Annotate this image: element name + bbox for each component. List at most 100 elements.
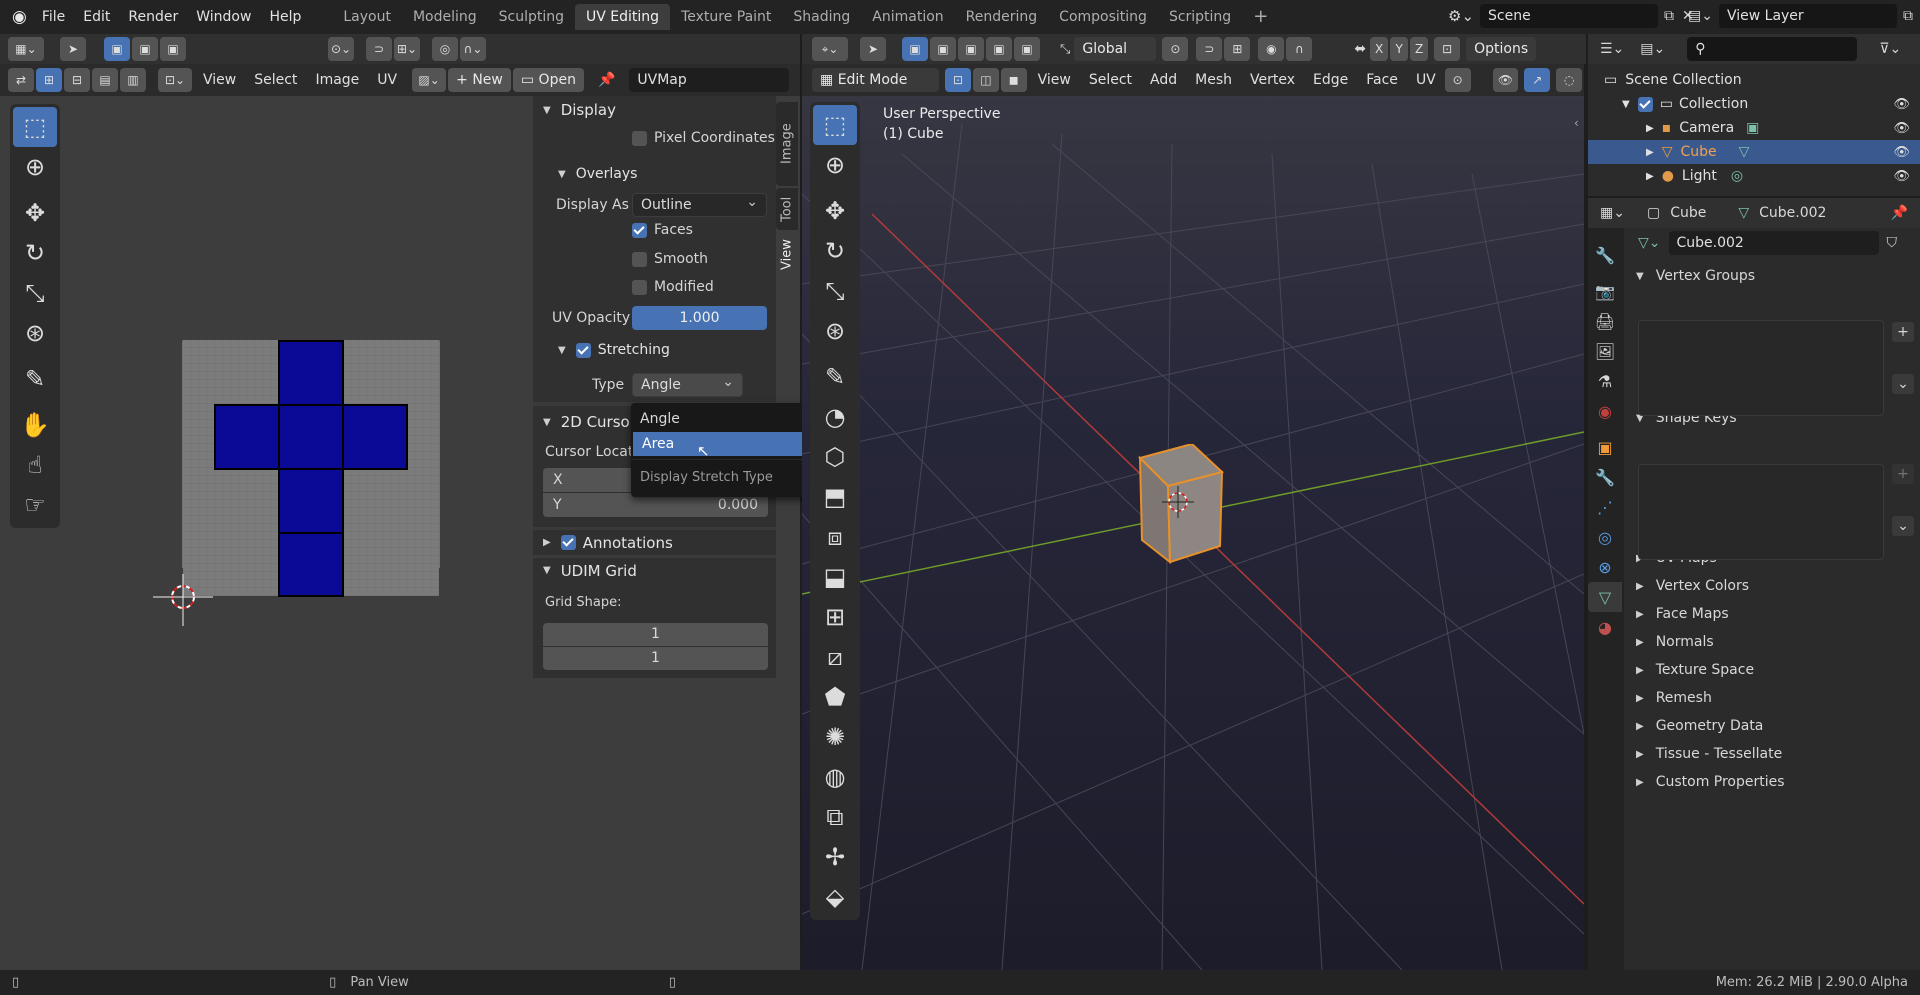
pixel-coordinates-checkbox[interactable]: [632, 130, 647, 146]
snap-mode-icon[interactable]: ⊞⌄: [394, 37, 420, 61]
viewport-select-intersect-icon[interactable]: ▣: [1014, 37, 1040, 61]
add-vertex-group-button[interactable]: +: [1892, 322, 1914, 342]
vp-annotate-tool-icon[interactable]: ✎: [813, 357, 857, 397]
properties-object-label[interactable]: Cube: [1670, 205, 1706, 221]
overlay-icon[interactable]: ◌: [1556, 68, 1583, 92]
tool-tab-icon[interactable]: 🔧: [1588, 240, 1622, 270]
new-scene-icon[interactable]: ⧉: [1664, 8, 1674, 24]
select-extend-icon[interactable]: ▣: [132, 37, 158, 61]
mirror-icon[interactable]: ⬌: [1354, 41, 1366, 57]
modifiers-tab-icon[interactable]: 🔧: [1588, 462, 1622, 492]
cube-row[interactable]: ▶ ▽ Cube ▽ 👁: [1588, 140, 1920, 164]
mode-select[interactable]: ▦ Edit Mode: [812, 68, 940, 92]
smooth-checkbox[interactable]: [632, 251, 647, 267]
shape-key-specials-icon[interactable]: ⌄: [1892, 516, 1914, 536]
expand-icon[interactable]: ▼: [1622, 99, 1630, 110]
scene-icon[interactable]: ⚙⌄: [1448, 7, 1474, 25]
stretching-checkbox[interactable]: [575, 342, 591, 358]
select-tool-icon[interactable]: ➤: [60, 37, 86, 61]
uvmap-field[interactable]: UVMap: [629, 68, 790, 92]
mesh-name-field[interactable]: Cube.002: [1668, 231, 1879, 255]
collection-row[interactable]: ▼ ▭ Collection 👁: [1588, 92, 1920, 116]
new-image-button[interactable]: + New: [448, 68, 511, 92]
viewport-select-tool-icon[interactable]: ➤: [860, 37, 886, 61]
uv-menu-select[interactable]: Select: [254, 72, 297, 88]
geometry-data-header[interactable]: ▶ Geometry Data: [1624, 712, 1920, 740]
camera-eye-icon[interactable]: 👁: [1893, 121, 1910, 136]
sidebar-tab-image[interactable]: Image: [776, 102, 798, 186]
sync-selection-icon[interactable]: ⇄: [8, 68, 34, 92]
menu-render[interactable]: Render: [128, 9, 178, 25]
display-mode-icon[interactable]: ▤⌄: [1640, 41, 1665, 57]
editor-type-icon[interactable]: ▦⌄: [8, 37, 44, 61]
relax-tool-icon[interactable]: ☝: [13, 445, 57, 485]
menu-window[interactable]: Window: [196, 9, 251, 25]
browse-image-icon[interactable]: ▨⌄: [412, 68, 447, 92]
cube-eye-icon[interactable]: 👁: [1893, 145, 1910, 160]
properties-mesh-label[interactable]: Cube.002: [1759, 205, 1826, 221]
vp-transform-tool-icon[interactable]: ⊛: [813, 311, 857, 351]
uv-opacity-slider[interactable]: 1.000: [632, 306, 767, 330]
pivot-icon[interactable]: ⊙⌄: [328, 37, 354, 61]
blender-logo-icon[interactable]: ◉: [12, 7, 27, 27]
render-tab-icon[interactable]: 📷: [1588, 276, 1622, 306]
view-layer-field[interactable]: View Layer: [1718, 4, 1897, 28]
udim-panel-header[interactable]: ▼ UDIM Grid: [533, 555, 776, 583]
viewport-pivot-icon[interactable]: ⊙: [1162, 37, 1189, 61]
vp-loop-cut-tool-icon[interactable]: ⊞: [813, 597, 857, 637]
custom-properties-header[interactable]: ▶ Custom Properties: [1624, 768, 1920, 796]
vp-bevel-tool-icon[interactable]: ⬓: [813, 557, 857, 597]
collection-checkbox[interactable]: [1637, 96, 1653, 112]
vertex-groups-list[interactable]: [1638, 320, 1884, 416]
menu-edit[interactable]: Edit: [83, 9, 110, 25]
options-button[interactable]: Options: [1466, 37, 1537, 61]
vp-poly-build-tool-icon[interactable]: ⬟: [813, 677, 857, 717]
uv-menu-view[interactable]: View: [203, 72, 236, 88]
vp-edge-slide-tool-icon[interactable]: ⧉: [813, 797, 857, 837]
remesh-header[interactable]: ▶ Remesh: [1624, 684, 1920, 712]
faces-row[interactable]: Faces: [533, 222, 776, 248]
tab-rendering[interactable]: Rendering: [955, 4, 1049, 30]
outliner-type-icon[interactable]: ☰⌄: [1600, 41, 1624, 57]
grid-shape-x-field[interactable]: 1: [543, 623, 768, 646]
dropdown-option-angle[interactable]: Angle: [631, 406, 831, 432]
vertex-mode-icon[interactable]: ⊡: [945, 68, 971, 92]
vp-add-cube-tool-icon[interactable]: ⬡: [813, 437, 857, 477]
camera-data-icon[interactable]: ▣: [1746, 120, 1759, 136]
visibility-icon[interactable]: 👁: [1492, 68, 1519, 92]
output-tab-icon[interactable]: 🖨: [1588, 306, 1622, 336]
proportional-icon[interactable]: ◎: [432, 37, 458, 61]
cursor-tool-icon[interactable]: ⊕: [13, 147, 57, 187]
vp-rotate-tool-icon[interactable]: ↻: [813, 231, 857, 271]
sidebar-tab-view[interactable]: View: [776, 232, 798, 278]
orientation-select[interactable]: Global: [1074, 37, 1157, 61]
normals-header[interactable]: ▶ Normals: [1624, 628, 1920, 656]
tab-uv-editing[interactable]: UV Editing: [575, 4, 671, 30]
3d-viewport[interactable]: ⌖⌄ ➤ ▣ ▣ ▣ ▣ ▣ ⤡ Global ⊙ ⊃ ⊞ ◉ ∩ ⬌ X Y …: [802, 34, 1584, 970]
vp-shrink-tool-icon[interactable]: ✢: [813, 837, 857, 877]
move-tool-icon[interactable]: ✥: [13, 193, 57, 233]
falloff-icon[interactable]: ∩⌄: [460, 37, 486, 61]
viewport-select-extend-icon[interactable]: ▣: [930, 37, 956, 61]
light-data-icon[interactable]: ◎: [1731, 168, 1743, 184]
object-tab-icon[interactable]: ▣: [1588, 432, 1622, 462]
vp-measure-tool-icon[interactable]: ◔: [813, 397, 857, 437]
sidebar-tab-tool[interactable]: Tool: [776, 188, 798, 230]
uv-canvas[interactable]: [183, 340, 441, 598]
new-view-layer-icon[interactable]: ⧉: [1903, 8, 1913, 24]
uv-menu-uv[interactable]: UV: [377, 72, 397, 88]
world-tab-icon[interactable]: ◉: [1588, 396, 1622, 426]
transform-tool-icon[interactable]: ⊛: [13, 313, 57, 353]
camera-row[interactable]: ▶ ▪ Camera ▣ 👁: [1588, 116, 1920, 140]
material-tab-icon[interactable]: ◕: [1588, 612, 1622, 642]
view-layer-tab-icon[interactable]: 🖼: [1588, 336, 1622, 366]
tab-texture-paint[interactable]: Texture Paint: [670, 4, 782, 30]
collection-eye-icon[interactable]: 👁: [1893, 97, 1910, 112]
pin-icon[interactable]: 📌: [598, 72, 615, 88]
viewport-menu-vertex[interactable]: Vertex: [1250, 72, 1295, 88]
stretch-type-select[interactable]: Angle: [632, 371, 743, 397]
annotations-panel-header[interactable]: ▶ Annotations: [533, 527, 776, 555]
vp-inset-tool-icon[interactable]: ⧈: [813, 517, 857, 557]
add-workspace-button[interactable]: +: [1242, 4, 1279, 30]
physics-tab-icon[interactable]: ◎: [1588, 522, 1622, 552]
